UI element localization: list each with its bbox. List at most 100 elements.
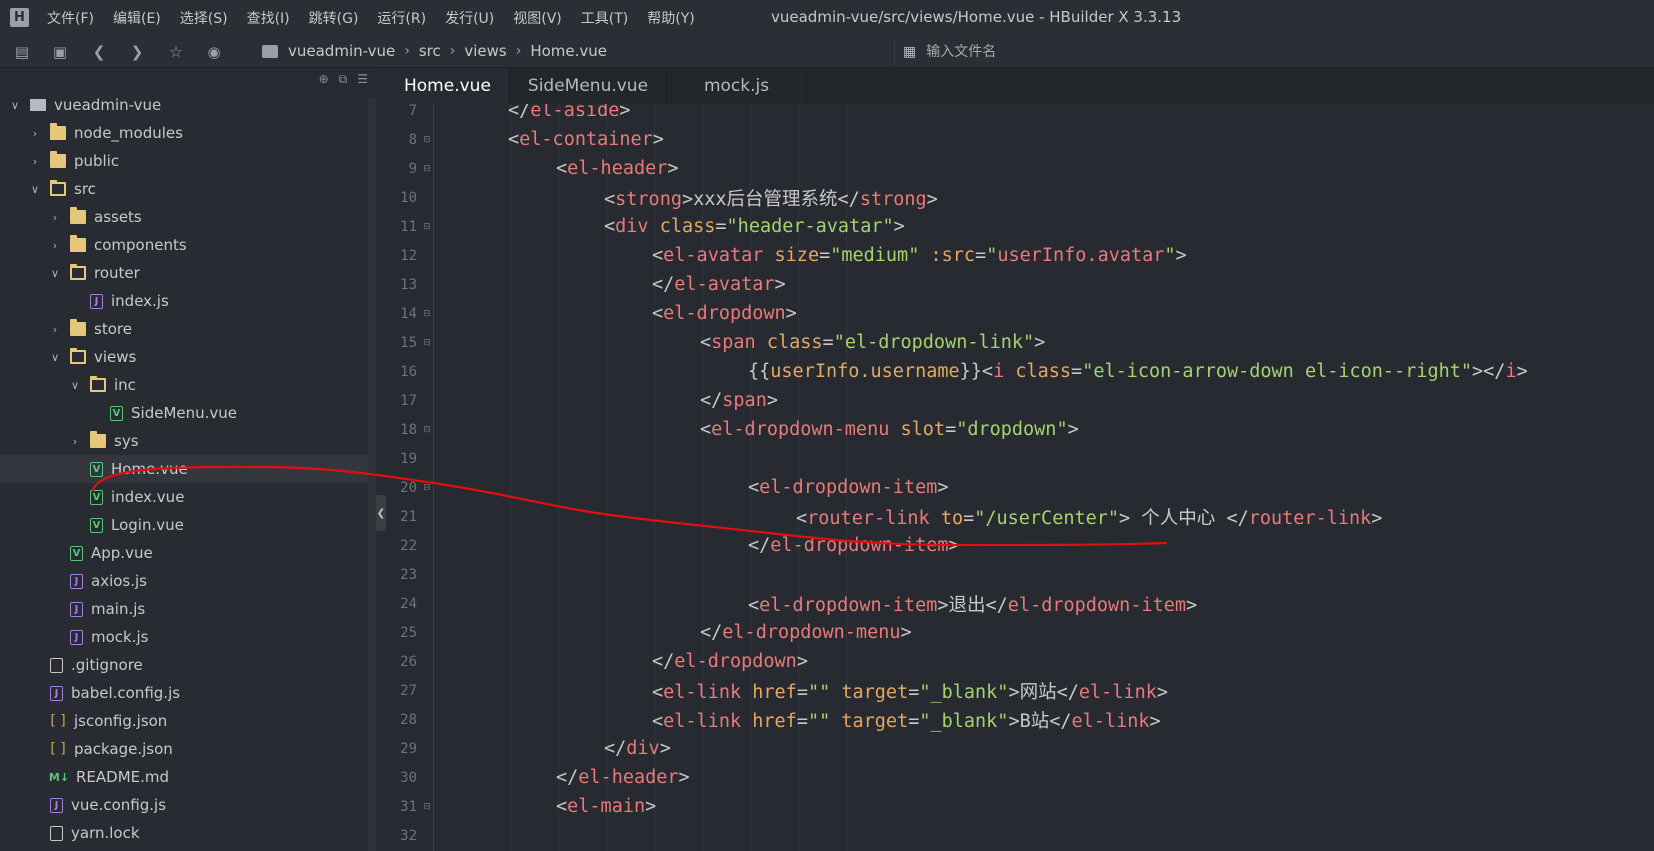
tree-item[interactable]: ›Jmain.js — [0, 595, 376, 623]
code-token: > — [1175, 245, 1187, 266]
fold-toggle-icon[interactable]: ⊟ — [417, 338, 437, 348]
tree-item[interactable]: ›VApp.vue — [0, 539, 376, 567]
tree-item[interactable]: ∨ router — [0, 259, 376, 287]
chevron-down-icon[interactable]: ∨ — [48, 351, 62, 364]
chevron-right-icon[interactable]: › — [68, 435, 82, 448]
breadcrumb-item[interactable]: views — [464, 42, 506, 60]
tree-item[interactable]: ›VHome.vue — [0, 455, 376, 483]
file-search-input[interactable] — [926, 44, 1227, 60]
tree-item[interactable]: ›M↓README.md — [0, 763, 376, 791]
code-token: </ — [837, 188, 860, 210]
tree-item[interactable]: ›Jindex.js — [0, 287, 376, 315]
breadcrumb-item[interactable]: src — [419, 42, 441, 60]
code-text: <el-avatar size="medium" :src="userInfo.… — [652, 245, 1187, 266]
tree-item[interactable]: ›VSideMenu.vue — [0, 399, 376, 427]
tree-item[interactable]: ∨ inc — [0, 371, 376, 399]
sidebar-scrollbar[interactable] — [368, 98, 376, 851]
code-token: class — [766, 332, 823, 353]
fold-toggle-icon[interactable]: ⊟ — [417, 309, 437, 319]
new-file-icon[interactable]: ▤ — [13, 43, 31, 61]
line-number: 11 — [400, 218, 417, 235]
collapse-all-icon[interactable]: ⧉ — [339, 72, 348, 87]
line-number: 21 — [400, 508, 417, 525]
tree-item[interactable]: ›VLogin.vue — [0, 511, 376, 539]
more-icon[interactable]: ☰ — [357, 72, 368, 87]
editor-tab[interactable]: SideMenu.vue — [510, 68, 668, 104]
tree-item[interactable]: ›Jaxios.js — [0, 567, 376, 595]
tree-item[interactable]: ›Vindex.vue — [0, 483, 376, 511]
fold-toggle-icon[interactable]: ⊟ — [417, 802, 437, 812]
menu-item[interactable]: 选择(S) — [180, 8, 228, 28]
code-token: }}< — [959, 361, 994, 382]
menu-item[interactable]: 文件(F) — [47, 8, 94, 28]
json-file-icon: [ ] — [50, 713, 66, 729]
chevron-down-icon[interactable]: ∨ — [68, 379, 82, 392]
chevron-right-icon[interactable]: › — [28, 155, 42, 168]
breadcrumb-item[interactable]: Home.vue — [530, 42, 607, 60]
tree-item[interactable]: ›yarn.lock — [0, 819, 376, 847]
chevron-right-icon[interactable]: › — [48, 211, 62, 224]
fold-toggle-icon[interactable]: ⊟ — [417, 135, 437, 145]
menu-item[interactable]: 帮助(Y) — [647, 8, 694, 28]
tree-item-label: assets — [94, 208, 142, 226]
code-token: < — [556, 796, 568, 817]
chevron-right-icon[interactable]: › — [28, 127, 42, 140]
fold-toggle-icon[interactable]: ⊟ — [417, 164, 437, 174]
tree-item[interactable]: › public — [0, 147, 376, 175]
menu-item[interactable]: 编辑(E) — [113, 8, 161, 28]
tree-item[interactable]: › components — [0, 231, 376, 259]
tree-item[interactable]: ›Jbabel.config.js — [0, 679, 376, 707]
tree-item[interactable]: › assets — [0, 203, 376, 231]
tree-item-label: sys — [114, 432, 139, 450]
tree-item[interactable]: ∨ vueadmin-vue — [0, 91, 376, 119]
code-token: "" — [807, 710, 831, 732]
editor-tab[interactable]: Home.vue — [386, 68, 510, 104]
folder-icon — [50, 123, 66, 140]
code-token: = — [715, 216, 727, 237]
menu-item[interactable]: 查找(I) — [247, 8, 290, 28]
code-line: 7 </el-aside> — [386, 104, 1654, 125]
file-icon — [50, 657, 63, 673]
menu-item[interactable]: 跳转(G) — [309, 8, 359, 28]
chevron-right-icon: › — [449, 43, 456, 59]
chevron-right-icon[interactable]: › — [48, 239, 62, 252]
fold-toggle-icon[interactable]: ⊟ — [417, 222, 437, 232]
fold-toggle-icon[interactable]: ⊟ — [417, 483, 437, 493]
code-token: {{ — [748, 361, 771, 382]
menu-item[interactable]: 发行(U) — [445, 8, 494, 28]
tree-item[interactable]: ›Jvue.config.js — [0, 791, 376, 819]
menu-item[interactable]: 工具(T) — [581, 8, 628, 28]
chevron-down-icon[interactable]: ∨ — [48, 267, 62, 280]
tree-item[interactable]: ›[ ]jsconfig.json — [0, 707, 376, 735]
locate-file-icon[interactable]: ⊕ — [319, 72, 329, 87]
editor-tab[interactable]: mock.js — [667, 68, 808, 104]
star-icon[interactable]: ☆ — [167, 43, 185, 61]
tree-item[interactable]: ∨ src — [0, 175, 376, 203]
menu-item[interactable]: 运行(R) — [377, 8, 426, 28]
tree-item[interactable]: ∨ views — [0, 343, 376, 371]
chevron-down-icon[interactable]: ∨ — [28, 183, 42, 196]
folder-open-icon — [90, 376, 106, 392]
tree-item[interactable]: ›[ ]package.json — [0, 735, 376, 763]
tree-item[interactable]: ›.gitignore — [0, 651, 376, 679]
code-token: > — [900, 622, 912, 643]
file-search: ▦ — [894, 39, 1654, 65]
run-icon[interactable]: ◉ — [205, 43, 223, 61]
collapse-sidebar-button[interactable]: ❮ — [376, 495, 386, 531]
tree-item[interactable]: ›Jmock.js — [0, 623, 376, 651]
code-token: "" — [807, 681, 831, 703]
tree-item[interactable]: › node_modules — [0, 119, 376, 147]
tree-item-label: Login.vue — [111, 516, 184, 534]
fold-toggle-icon[interactable]: ⊟ — [417, 425, 437, 435]
tree-item[interactable]: › store — [0, 315, 376, 343]
code-editor[interactable]: 7 </el-aside> 8 ⊟ <el-container> 9 ⊟ <el-header… — [386, 104, 1654, 851]
chevron-down-icon[interactable]: ∨ — [8, 99, 22, 112]
save-icon[interactable]: ▣ — [51, 43, 69, 61]
tree-item[interactable]: › sys — [0, 427, 376, 455]
back-icon[interactable]: ❮ — [90, 43, 108, 61]
menu-item[interactable]: 视图(V) — [513, 8, 562, 28]
chevron-right-icon[interactable]: › — [48, 323, 62, 336]
code-token: > — [774, 274, 786, 295]
breadcrumb-item[interactable]: vueadmin-vue — [288, 42, 395, 60]
forward-icon[interactable]: ❯ — [128, 43, 146, 61]
